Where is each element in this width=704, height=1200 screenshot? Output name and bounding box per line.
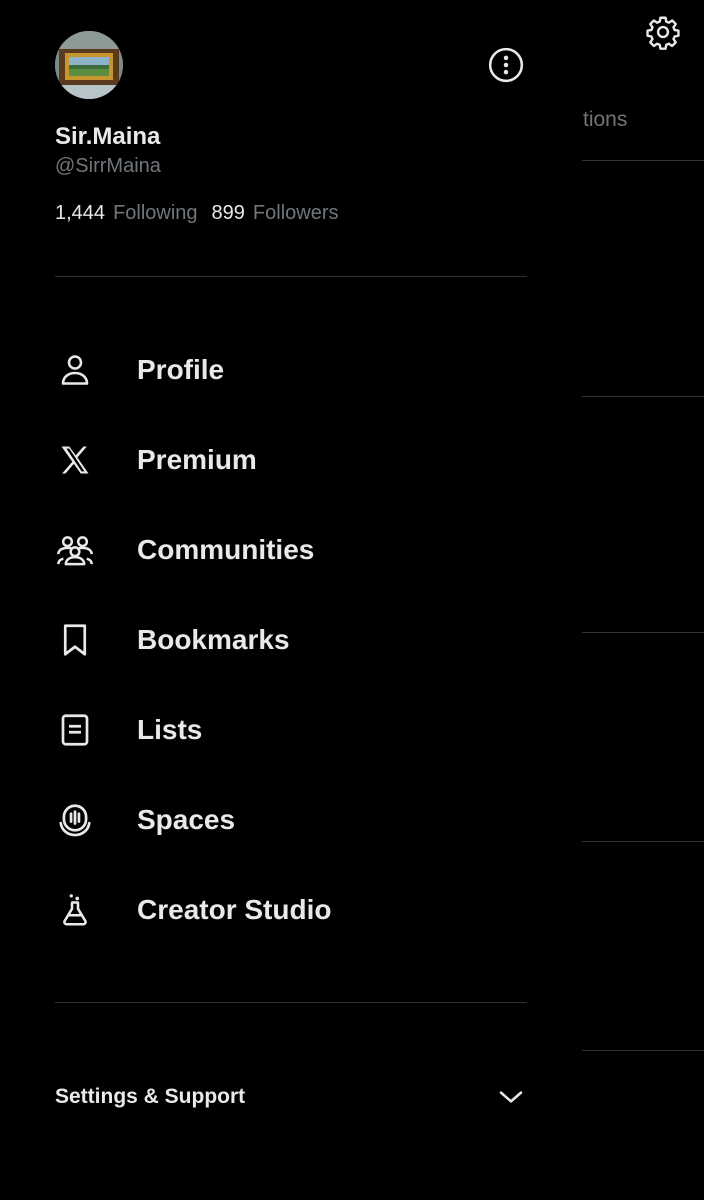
bookmark-icon <box>55 620 95 660</box>
display-name[interactable]: Sir.Maina <box>55 123 160 151</box>
background-divider <box>582 396 704 397</box>
settings-button[interactable] <box>643 12 683 52</box>
nav-item-premium[interactable]: Premium <box>55 428 527 492</box>
nav-item-creator-studio[interactable]: Creator Studio <box>55 878 527 942</box>
navigation-drawer: Sir.Maina @SirrMaina 1,444 Following 899 F… <box>0 0 582 1200</box>
settings-and-support-toggle[interactable]: Settings & Support <box>55 1070 527 1124</box>
more-options-button[interactable] <box>486 45 526 85</box>
nav-label: Bookmarks <box>137 624 290 655</box>
more-options-icon <box>488 47 524 83</box>
background-divider <box>582 841 704 842</box>
avatar-image <box>55 31 123 99</box>
nav-item-communities[interactable]: Communities <box>55 518 527 582</box>
list-icon <box>55 710 95 750</box>
background-divider <box>582 160 704 161</box>
nav-label: Lists <box>137 714 203 745</box>
communities-icon <box>55 530 95 570</box>
followers-link[interactable]: 899 Followers <box>212 202 339 225</box>
divider <box>55 1002 527 1003</box>
chevron-down-icon <box>495 1081 527 1113</box>
follow-stats: 1,444 Following 899 Followers <box>55 202 339 225</box>
following-label: Following <box>113 202 198 224</box>
nav-label: Creator Studio <box>137 894 332 925</box>
flask-icon <box>55 890 95 930</box>
followers-count: 899 <box>211 202 245 224</box>
followers-label: Followers <box>252 202 339 224</box>
nav-item-bookmarks[interactable]: Bookmarks <box>55 608 527 672</box>
divider <box>55 276 527 277</box>
nav-label: Profile <box>137 354 225 385</box>
following-link[interactable]: 1,444 Following <box>55 202 198 225</box>
following-count: 1,444 <box>55 202 106 224</box>
background-tab-label[interactable]: tions <box>583 108 627 132</box>
nav-item-profile[interactable]: Profile <box>55 338 527 402</box>
settings-and-support-label: Settings & Support <box>55 1085 246 1108</box>
nav-label: Communities <box>137 534 315 565</box>
background-divider <box>582 1050 704 1051</box>
nav-item-lists[interactable]: Lists <box>55 698 527 762</box>
person-icon <box>55 350 95 390</box>
gear-icon <box>646 16 680 50</box>
x-logo-icon <box>55 440 95 480</box>
avatar[interactable] <box>55 31 123 99</box>
nav-item-spaces[interactable]: Spaces <box>55 788 527 852</box>
background-divider <box>582 632 704 633</box>
nav-label: Premium <box>137 444 257 475</box>
nav-label: Spaces <box>137 804 236 835</box>
spaces-icon <box>55 800 95 840</box>
user-handle[interactable]: @SirrMaina <box>55 155 161 178</box>
